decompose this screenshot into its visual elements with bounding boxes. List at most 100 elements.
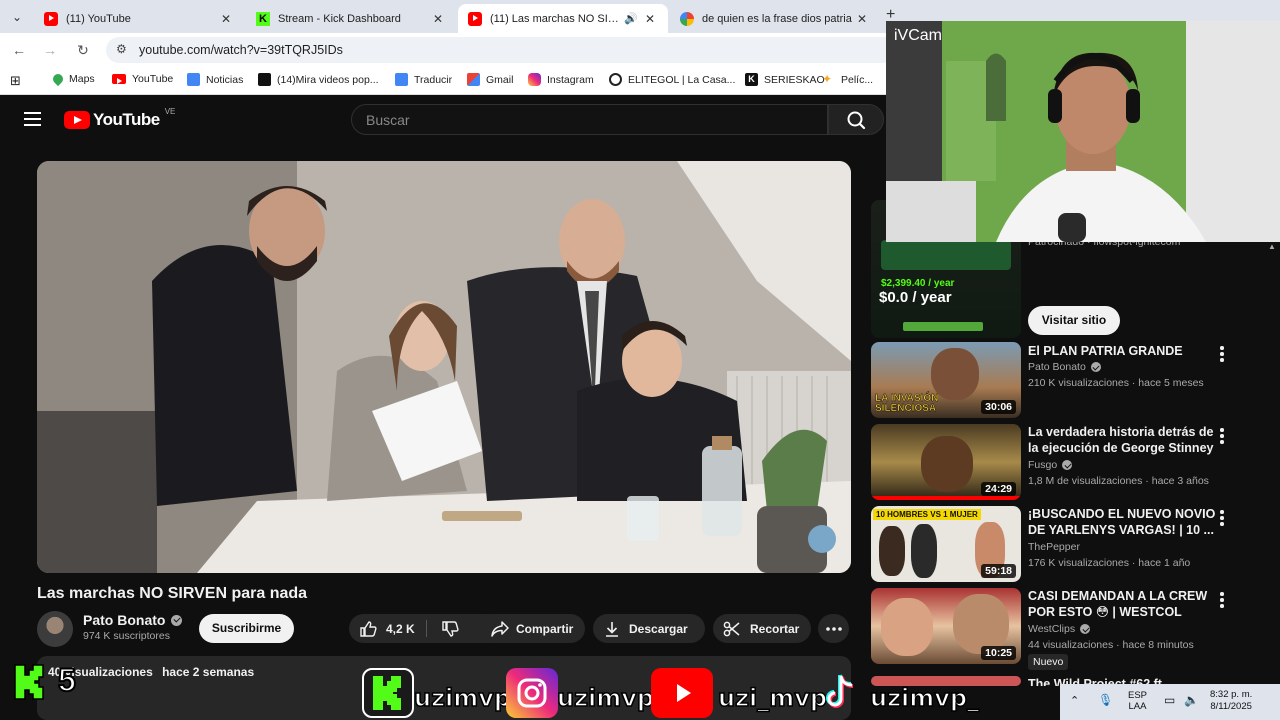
bookmark-noticias[interactable]: Noticias [187, 73, 243, 86]
youtube-social-icon [651, 668, 713, 718]
channel-name: WestClips [1028, 623, 1076, 635]
youtube-handle: uzi_mvp [717, 683, 828, 713]
download-icon [606, 621, 618, 637]
hamburger-menu-icon[interactable] [24, 112, 41, 126]
webcam-feed [886, 21, 1280, 242]
more-vertical-icon[interactable] [1218, 592, 1226, 610]
verified-check-icon [1080, 624, 1091, 634]
video-thumbnail[interactable]: LA INVASIÓN SILENCIOSA 30:06 [871, 342, 1021, 418]
bookmark-label: Instagram [547, 73, 594, 86]
clock[interactable]: 8:32 p. m. 8/11/2025 [1210, 689, 1252, 713]
bookmark-peliculas[interactable]: ✦ Pelíc... [822, 73, 873, 86]
verified-check-icon [1090, 362, 1101, 372]
volume-icon[interactable]: 🔈 [1184, 693, 1199, 707]
channel-line[interactable]: Fusgo [1028, 459, 1073, 471]
thumb-face [881, 598, 933, 656]
back-arrow-icon[interactable]: ← [10, 41, 28, 59]
instagram-icon [528, 73, 541, 86]
tray-chevron-up-icon[interactable]: ⌃ [1070, 694, 1079, 707]
tiktok-social-icon [820, 668, 860, 718]
close-tab-icon[interactable]: ✕ [430, 12, 446, 26]
bookmark-gmail[interactable]: Gmail [467, 73, 513, 86]
kick-favicon-icon: K [256, 11, 270, 26]
k-icon: K [745, 73, 758, 86]
video-thumbnail[interactable]: 24:29 [871, 424, 1021, 500]
bookmark-traducir[interactable]: Traducir [395, 73, 452, 86]
forward-arrow-icon[interactable]: → [41, 41, 59, 59]
video-meta: 176 K visualizaciones · hace 1 año [1028, 557, 1191, 569]
tab-current-video[interactable]: (11) Las marchas NO SIRVEN 🔊 ✕ [458, 4, 668, 33]
share-button[interactable]: Compartir [480, 614, 585, 643]
thumb-caption: LA INVASIÓN SILENCIOSA [875, 393, 939, 414]
recommended-video[interactable]: 10:25 CASI DEMANDAN A LA CREW POR ESTO 😳… [871, 588, 1271, 670]
video-thumbnail[interactable]: 10:25 [871, 588, 1021, 664]
subscribe-button[interactable]: Suscribirme [199, 614, 294, 643]
tab-title: de quien es la frase dios patria [702, 12, 852, 25]
reload-icon[interactable]: ↻ [74, 41, 92, 59]
tab-title: (11) Las marchas NO SIRVEN [490, 12, 620, 25]
video-title[interactable]: La verdadera historia detrás de la ejecu… [1028, 424, 1218, 456]
soccer-ball-icon [609, 73, 622, 86]
maps-icon [50, 71, 66, 87]
url-text[interactable]: youtube.com/watch?v=39tTQRJ5IDs [139, 43, 343, 57]
close-tab-icon[interactable]: ✕ [854, 12, 870, 26]
search-box[interactable] [351, 104, 828, 135]
apps-grid-icon[interactable]: ⊞ [10, 73, 21, 89]
clip-button[interactable]: Recortar [713, 614, 811, 643]
more-vertical-icon[interactable] [1218, 510, 1226, 528]
bookmark-instagram[interactable]: Instagram [528, 73, 594, 86]
star-icon: ✦ [822, 72, 833, 86]
close-tab-icon[interactable]: ✕ [642, 12, 658, 26]
scroll-up-arrow-icon[interactable]: ▲ [1268, 242, 1278, 252]
youtube-logo[interactable]: YouTube VE [64, 107, 175, 130]
video-player[interactable] [37, 161, 851, 573]
bookmark-youtube[interactable]: YouTube [112, 73, 173, 85]
channel-line[interactable]: ThePepper [1028, 541, 1080, 553]
bookmark-label: Maps [69, 73, 95, 85]
more-vertical-icon[interactable] [1218, 428, 1226, 446]
video-title[interactable]: ¡BUSCANDO EL NUEVO NOVIO DE YARLENYS VAR… [1028, 506, 1218, 538]
display-icon[interactable]: ▭ [1164, 693, 1175, 707]
tab-youtube-home[interactable]: (11) YouTube ✕ [34, 4, 244, 33]
more-vertical-icon[interactable] [1218, 346, 1226, 364]
google-favicon-icon [680, 11, 694, 26]
bookmark-serieskao[interactable]: K SERIESKAO [745, 73, 825, 86]
tab-title: Stream - Kick Dashboard [278, 12, 401, 25]
like-button[interactable]: 4,2 K [349, 620, 427, 637]
dislike-button[interactable] [427, 620, 472, 638]
recommended-video[interactable]: LA INVASIÓN SILENCIOSA 30:06 El PLAN PAT… [871, 342, 1271, 420]
close-tab-icon[interactable]: ✕ [218, 12, 234, 26]
translate-icon [395, 73, 408, 86]
channel-avatar[interactable] [37, 611, 73, 647]
video-title[interactable]: El PLAN PATRIA GRANDE [1028, 343, 1218, 359]
download-button[interactable]: Descargar [593, 614, 705, 643]
tab-google-search[interactable]: de quien es la frase dios patria ✕ [670, 4, 880, 33]
microphone-icon[interactable]: 🎙 [1098, 693, 1113, 707]
video-thumbnail[interactable]: 10 HOMBRES VS 1 MUJER 59:18 [871, 506, 1021, 582]
bookmark-maps[interactable]: Maps [50, 71, 95, 87]
tab-search-chevron-icon[interactable]: ⌄ [6, 6, 28, 28]
address-bar[interactable]: ⚙ youtube.com/watch?v=39tTQRJ5IDs [106, 37, 896, 63]
bookmark-elitegol[interactable]: ELITEGOL | La Casa... [609, 73, 735, 86]
tab-kick-dashboard[interactable]: K Stream - Kick Dashboard ✕ [246, 4, 456, 33]
audio-playing-icon[interactable]: 🔊 [620, 12, 642, 25]
tiktok-icon [258, 73, 271, 86]
ad-price-old: $2,399.40 / year [881, 278, 955, 289]
search-input[interactable] [352, 105, 827, 134]
channel-line[interactable]: Pato Bonato [1028, 361, 1101, 373]
visit-site-button[interactable]: Visitar sitio [1028, 306, 1120, 335]
keyboard-layout: LAA [1128, 701, 1147, 712]
recommended-video[interactable]: 24:29 La verdadera historia detrás de la… [871, 424, 1271, 502]
site-settings-icon[interactable]: ⚙ [116, 42, 127, 56]
thumb-caption: 10 HOMBRES VS 1 MUJER [873, 509, 981, 520]
recommended-video[interactable]: 10 HOMBRES VS 1 MUJER 59:18 ¡BUSCANDO EL… [871, 506, 1271, 584]
bookmark-tiktok[interactable]: (14)Mira videos pop... [258, 73, 379, 86]
channel-name[interactable]: Pato Bonato [83, 612, 183, 628]
video-title[interactable]: CASI DEMANDAN A LA CREW POR ESTO 😳 | WES… [1028, 588, 1218, 620]
language-indicator[interactable]: ESP LAA [1128, 690, 1147, 712]
more-actions-button[interactable] [818, 614, 849, 643]
verified-check-icon [1062, 460, 1073, 470]
webcam-overlay: iVCam [886, 21, 1280, 242]
channel-line[interactable]: WestClips [1028, 623, 1091, 635]
search-button[interactable] [828, 104, 884, 135]
